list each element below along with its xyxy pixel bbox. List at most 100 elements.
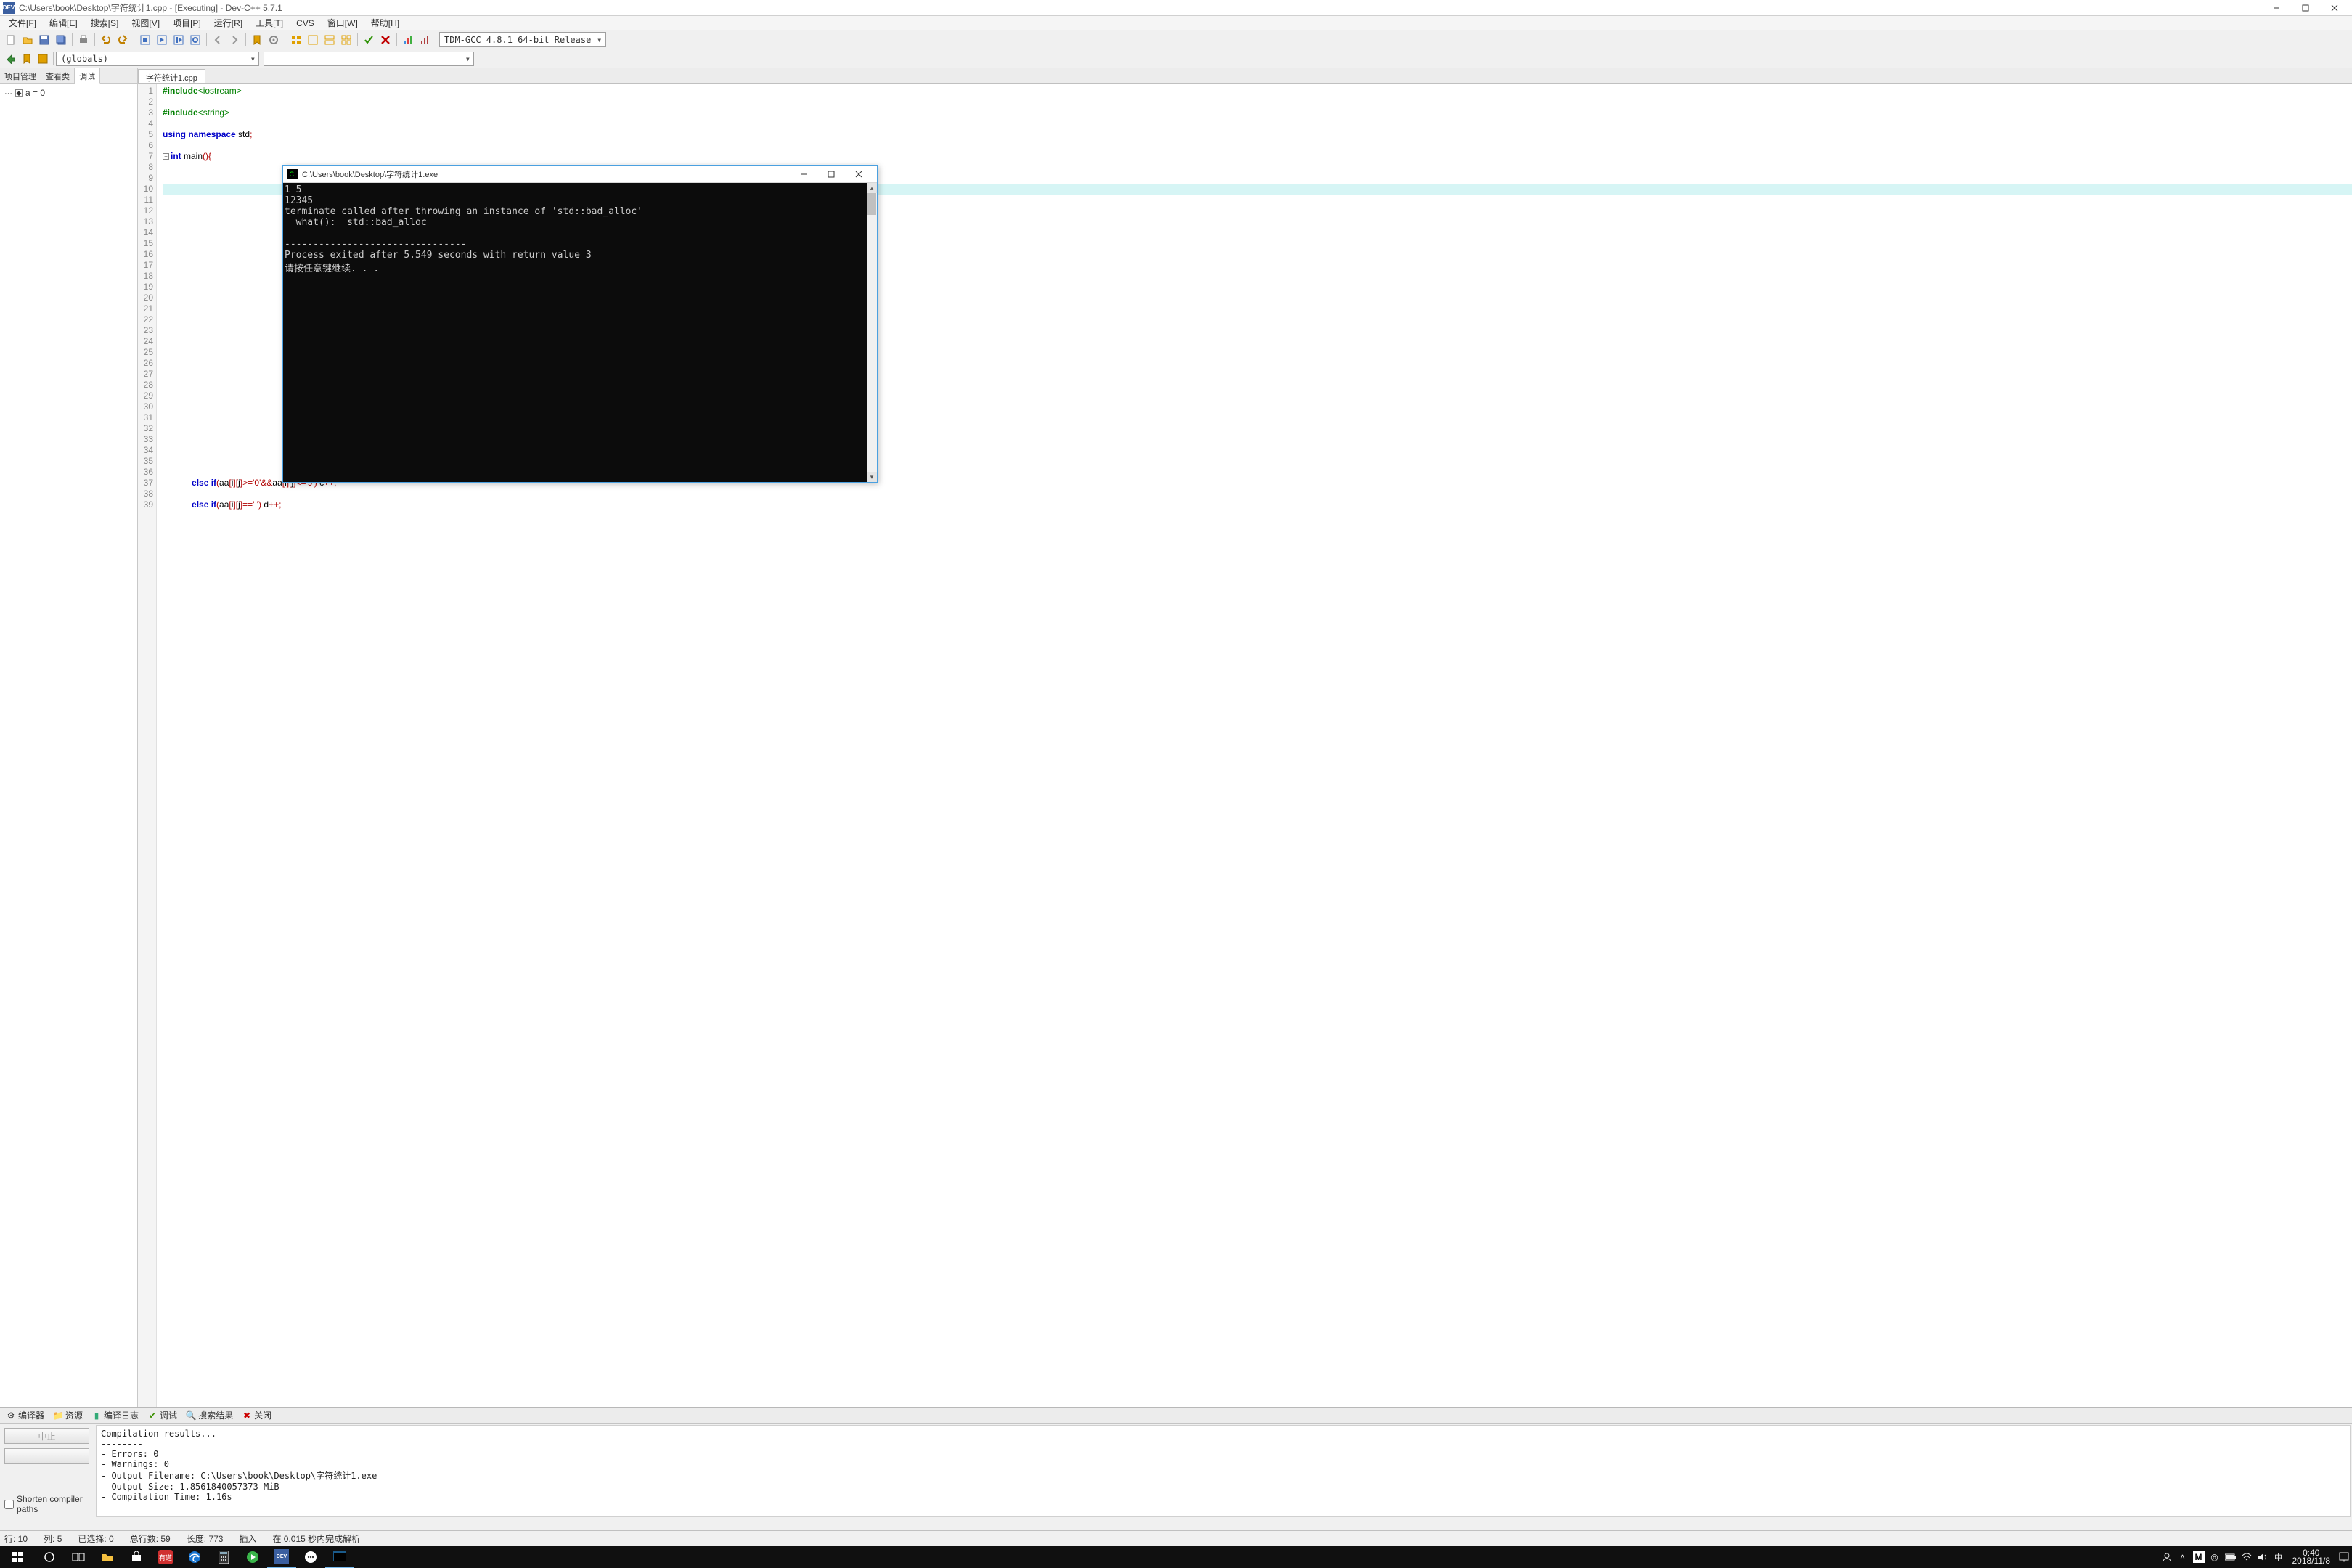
save-icon[interactable] <box>37 33 52 47</box>
menu-tools[interactable]: 工具[T] <box>250 15 289 30</box>
undo-icon[interactable] <box>99 33 113 47</box>
wifi-icon[interactable] <box>2239 1546 2255 1568</box>
btab-search[interactable]: 🔍搜索结果 <box>181 1408 237 1423</box>
location-icon[interactable]: ◎ <box>2207 1546 2223 1568</box>
profile-icon[interactable] <box>401 33 415 47</box>
compile-run-icon[interactable] <box>171 33 186 47</box>
tree-item[interactable]: ⋯ ◆ a = 0 <box>3 87 134 99</box>
debug-check-icon[interactable] <box>362 33 376 47</box>
lang-icon[interactable]: 中 <box>2271 1546 2287 1568</box>
btab-resources[interactable]: 📁资源 <box>49 1408 87 1423</box>
btab-compilelog[interactable]: ▮编译日志 <box>87 1408 143 1423</box>
scroll-down-icon[interactable]: ▾ <box>867 472 877 482</box>
bookmark-icon[interactable] <box>250 33 264 47</box>
menu-search[interactable]: 搜索[S] <box>85 15 125 30</box>
menu-run[interactable]: 运行[R] <box>208 15 248 30</box>
console-output[interactable]: 1 5 12345 terminate called after throwin… <box>283 183 877 482</box>
bottom-tabs: ⚙编译器 📁资源 ▮编译日志 ✔调试 🔍搜索结果 ✖关闭 <box>0 1408 2352 1424</box>
btab-debug[interactable]: ✔调试 <box>143 1408 181 1423</box>
shorten-paths-checkbox[interactable]: Shorten compiler paths <box>4 1494 89 1514</box>
people-icon[interactable] <box>2159 1546 2175 1568</box>
volume-icon[interactable] <box>2255 1546 2271 1568</box>
notifications-icon[interactable] <box>2336 1546 2352 1568</box>
minimize-button[interactable] <box>2262 0 2291 16</box>
toolbar-separator <box>206 33 207 46</box>
view2-icon[interactable] <box>306 33 320 47</box>
maximize-button[interactable] <box>2291 0 2320 16</box>
new-file-icon[interactable] <box>4 33 18 47</box>
bottom-scrollbar[interactable] <box>0 1519 2352 1530</box>
folder-icon: 📁 <box>53 1410 63 1421</box>
menu-cvs[interactable]: CVS <box>290 17 320 30</box>
blank-button[interactable] <box>4 1448 89 1464</box>
btab-close[interactable]: ✖关闭 <box>237 1408 276 1423</box>
menu-file[interactable]: 文件[F] <box>3 15 42 30</box>
battery-icon[interactable] <box>2223 1546 2239 1568</box>
toolbar-separator <box>94 33 95 46</box>
check-icon: ✔ <box>147 1410 158 1421</box>
stop-button[interactable]: 中止 <box>4 1428 89 1444</box>
compile-icon[interactable] <box>138 33 152 47</box>
run-icon[interactable] <box>155 33 169 47</box>
view4-icon[interactable] <box>339 33 354 47</box>
save-all-icon[interactable] <box>54 33 68 47</box>
compile-output[interactable]: Compilation results... -------- - Errors… <box>96 1425 2351 1517</box>
debug-stop-icon[interactable] <box>378 33 393 47</box>
store-icon[interactable] <box>122 1546 151 1568</box>
bookmark2-icon[interactable] <box>20 52 34 66</box>
chat-icon[interactable] <box>296 1546 325 1568</box>
profile2-icon[interactable] <box>417 33 432 47</box>
console-task-icon[interactable] <box>325 1546 354 1568</box>
scope-combo[interactable]: (globals) <box>56 52 259 66</box>
debug-tree[interactable]: ⋯ ◆ a = 0 <box>0 84 137 1407</box>
explorer-icon[interactable] <box>93 1546 122 1568</box>
taskview-icon[interactable] <box>64 1546 93 1568</box>
scroll-thumb[interactable] <box>867 193 876 215</box>
console-close-button[interactable] <box>845 166 873 182</box>
menu-view[interactable]: 视图[V] <box>126 15 166 30</box>
member-combo[interactable] <box>264 52 474 66</box>
edge-icon[interactable] <box>180 1546 209 1568</box>
menu-help[interactable]: 帮助[H] <box>365 15 405 30</box>
rebuild-icon[interactable] <box>188 33 203 47</box>
print-icon[interactable] <box>76 33 91 47</box>
insert-icon[interactable] <box>4 52 18 66</box>
tray-chevron-icon[interactable]: ˄ <box>2175 1546 2191 1568</box>
scope-toolbar: (globals) <box>0 49 2352 68</box>
sidebar-tab-project[interactable]: 项目管理 <box>0 68 41 83</box>
console-minimize-button[interactable] <box>790 166 817 182</box>
menu-bar: 文件[F] 编辑[E] 搜索[S] 视图[V] 项目[P] 运行[R] 工具[T… <box>0 16 2352 30</box>
open-file-icon[interactable] <box>20 33 35 47</box>
close-button[interactable] <box>2320 0 2349 16</box>
console-maximize-button[interactable] <box>817 166 845 182</box>
goto-icon[interactable] <box>266 33 281 47</box>
ime-icon[interactable]: M <box>2191 1546 2207 1568</box>
menu-edit[interactable]: 编辑[E] <box>44 15 83 30</box>
clock[interactable]: 0:40 2018/11/8 <box>2287 1549 2337 1565</box>
view1-icon[interactable] <box>289 33 303 47</box>
goto2-icon[interactable] <box>36 52 50 66</box>
menu-window[interactable]: 窗口[W] <box>322 15 364 30</box>
btab-compiler[interactable]: ⚙编译器 <box>1 1408 49 1423</box>
sidebar-tab-debug[interactable]: 调试 <box>75 68 100 84</box>
compiler-selector[interactable]: TDM-GCC 4.8.1 64-bit Release <box>439 32 606 47</box>
devcpp-task-icon[interactable]: DEV <box>267 1546 296 1568</box>
start-button[interactable] <box>0 1546 35 1568</box>
console-scrollbar[interactable]: ▴ ▾ <box>867 183 877 482</box>
cortana-icon[interactable] <box>35 1546 64 1568</box>
close-icon: ✖ <box>242 1410 252 1421</box>
nav-fwd-icon[interactable] <box>227 33 242 47</box>
calc-icon[interactable] <box>209 1546 238 1568</box>
redo-icon[interactable] <box>115 33 130 47</box>
file-tab[interactable]: 字符统计1.cpp <box>138 69 205 83</box>
menu-project[interactable]: 项目[P] <box>167 15 207 30</box>
sidebar-tab-class[interactable]: 查看类 <box>41 68 75 83</box>
view3-icon[interactable] <box>322 33 337 47</box>
scroll-up-icon[interactable]: ▴ <box>867 183 877 193</box>
play-icon[interactable] <box>238 1546 267 1568</box>
nav-back-icon[interactable] <box>211 33 225 47</box>
title-bar: DEV C:\Users\book\Desktop\字符统计1.cpp - [E… <box>0 0 2352 16</box>
checkbox-input[interactable] <box>4 1500 14 1509</box>
app-red-icon[interactable]: 有道 <box>151 1546 180 1568</box>
console-title-bar[interactable]: C: C:\Users\book\Desktop\字符统计1.exe <box>283 166 877 183</box>
